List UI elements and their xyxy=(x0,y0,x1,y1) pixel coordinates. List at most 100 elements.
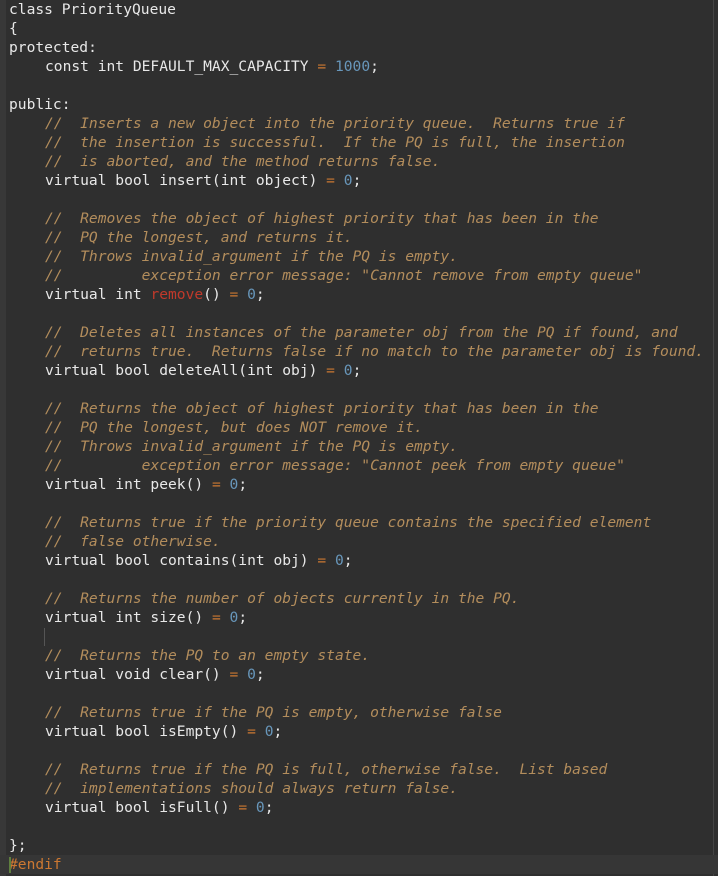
comment-line: // Deletes all instances of the paramete… xyxy=(0,323,718,342)
comment-line: // PQ the longest, and returns it. xyxy=(0,228,718,247)
comment-text: // PQ the longest, and returns it. xyxy=(45,229,353,246)
code-line: class PriorityQueue xyxy=(0,0,718,19)
comment-text: // PQ the longest, but does NOT remove i… xyxy=(45,419,423,436)
method-declaration: virtual void clear() = 0; xyxy=(0,665,718,684)
method-signature: virtual bool insert(int object) xyxy=(45,172,318,189)
semicolon: ; xyxy=(352,172,362,189)
method-declaration: virtual bool contains(int obj) = 0; xyxy=(0,551,718,570)
pure-virtual-zero: 0 xyxy=(247,666,256,683)
pure-virtual-zero: 0 xyxy=(255,799,265,816)
method-declaration: virtual int peek() = 0; xyxy=(0,475,718,494)
blank-line xyxy=(0,627,718,646)
comment-text: // exception error message: "Cannot remo… xyxy=(45,267,643,284)
semicolon: ; xyxy=(238,476,248,493)
method-signature: virtual void clear() xyxy=(45,666,221,683)
semicolon: ; xyxy=(255,666,265,683)
assign-operator: = xyxy=(229,286,239,303)
comment-line: // Returns the number of objects current… xyxy=(0,589,718,608)
comment-text: // Inserts a new object into the priorit… xyxy=(45,115,625,132)
public-label: public: xyxy=(9,96,71,113)
pure-virtual-zero: 0 xyxy=(343,172,353,189)
comment-line: // exception error message: "Cannot remo… xyxy=(0,266,718,285)
method-signature: virtual bool contains(int obj) xyxy=(45,552,309,569)
code-line: const int DEFAULT_MAX_CAPACITY = 1000; xyxy=(0,57,718,76)
assign-operator: = xyxy=(317,58,327,75)
code-editor[interactable]: class PriorityQueue { protected: const i… xyxy=(0,0,718,876)
method-signature: virtual int xyxy=(45,286,151,303)
const-value: 1000 xyxy=(334,58,371,75)
comment-text: // the insertion is successful. If the P… xyxy=(45,134,625,151)
comment-line: // PQ the longest, but does NOT remove i… xyxy=(0,418,718,437)
method-declaration: virtual bool deleteAll(int obj) = 0; xyxy=(0,361,718,380)
comment-text: // is aborted, and the method returns fa… xyxy=(45,153,441,170)
comment-line: // Returns the object of highest priorit… xyxy=(0,399,718,418)
method-signature: virtual int peek() xyxy=(45,476,204,493)
semicolon: ; xyxy=(343,552,353,569)
method-signature: virtual bool isEmpty() xyxy=(45,723,239,740)
assign-operator: = xyxy=(247,723,256,740)
assign-operator: = xyxy=(317,552,327,569)
const-declaration: const int DEFAULT_MAX_CAPACITY xyxy=(45,58,309,75)
semicolon: ; xyxy=(352,362,362,379)
comment-line: // Returns the PQ to an empty state. xyxy=(0,646,718,665)
comment-line: // false otherwise. xyxy=(0,532,718,551)
class-declaration: class PriorityQueue xyxy=(9,1,176,18)
comment-line: // Throws invalid_argument if the PQ is … xyxy=(0,437,718,456)
current-line: #endif xyxy=(0,855,718,874)
comment-text: // Deletes all instances of the paramete… xyxy=(45,324,678,341)
member-declarations: // Inserts a new object into the priorit… xyxy=(0,114,718,817)
semicolon: ; xyxy=(273,723,283,740)
comment-text: // false otherwise. xyxy=(45,533,221,550)
comment-text: // implementations should always return … xyxy=(45,780,458,797)
comment-text: // exception error message: "Cannot peek… xyxy=(45,457,625,474)
method-name-highlighted: remove xyxy=(150,286,204,303)
code-line: public: xyxy=(0,95,718,114)
method-params: () xyxy=(203,286,221,303)
comment-line: // Removes the object of highest priorit… xyxy=(0,209,718,228)
semicolon: ; xyxy=(238,609,248,626)
method-declaration: virtual bool isEmpty() = 0; xyxy=(0,722,718,741)
open-brace: { xyxy=(9,20,18,37)
comment-text: // Throws invalid_argument if the PQ is … xyxy=(45,438,458,455)
comment-text: // Returns true if the PQ is empty, othe… xyxy=(45,704,502,721)
semicolon: ; xyxy=(264,799,274,816)
assign-operator: = xyxy=(211,476,221,493)
pure-virtual-zero: 0 xyxy=(334,552,344,569)
comment-text: // Returns the PQ to an empty state. xyxy=(45,647,371,664)
assign-operator: = xyxy=(211,609,221,626)
comment-text: // returns true. Returns false if no mat… xyxy=(45,343,704,360)
comment-text: // Returns true if the PQ is full, other… xyxy=(45,761,608,778)
method-declaration: virtual int size() = 0; xyxy=(0,608,718,627)
assign-operator: = xyxy=(238,799,248,816)
method-declaration: virtual int remove() = 0; xyxy=(0,285,718,304)
comment-line: // is aborted, and the method returns fa… xyxy=(0,152,718,171)
code-line: protected: xyxy=(0,38,718,57)
comment-line: // Inserts a new object into the priorit… xyxy=(0,114,718,133)
comment-text: // Throws invalid_argument if the PQ is … xyxy=(45,248,458,265)
method-signature: virtual bool deleteAll(int obj) xyxy=(45,362,318,379)
protected-label: protected: xyxy=(9,39,97,56)
comment-line: // exception error message: "Cannot peek… xyxy=(0,456,718,475)
method-declaration: virtual bool isFull() = 0; xyxy=(0,798,718,817)
comment-line: // Returns true if the PQ is full, other… xyxy=(0,760,718,779)
code-area[interactable]: class PriorityQueue { protected: const i… xyxy=(0,0,718,874)
assign-operator: = xyxy=(229,666,239,683)
close-brace: }; xyxy=(9,837,27,854)
comment-text: // Returns true if the priority queue co… xyxy=(45,514,652,531)
assign-operator: = xyxy=(326,172,335,189)
semicolon: ; xyxy=(255,286,265,303)
method-signature: virtual bool isFull() xyxy=(45,799,230,816)
comment-line: // Throws invalid_argument if the PQ is … xyxy=(0,247,718,266)
comment-line: // returns true. Returns false if no mat… xyxy=(0,342,718,361)
comment-text: // Returns the object of highest priorit… xyxy=(45,400,599,417)
preprocessor-endif: #endif xyxy=(9,856,62,873)
comment-line: // the insertion is successful. If the P… xyxy=(0,133,718,152)
